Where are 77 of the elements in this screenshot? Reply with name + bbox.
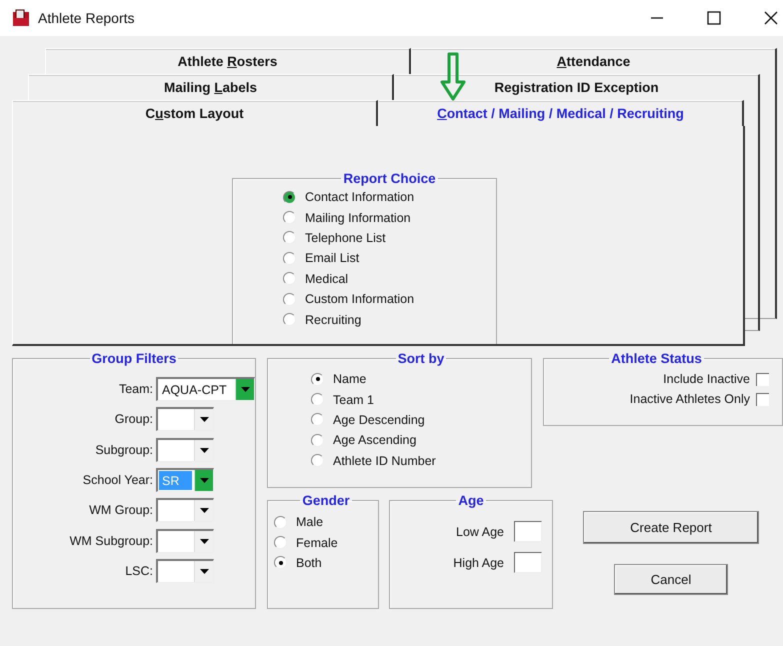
option-label: Age Ascending	[333, 433, 416, 448]
caret-icon[interactable]	[240, 387, 250, 392]
option-label: Telephone List	[305, 230, 386, 245]
option-label: Male	[296, 515, 324, 530]
field-label: High Age	[453, 556, 504, 570]
option-label: Athlete ID Number	[333, 454, 436, 468]
field-label: Team:	[118, 382, 154, 396]
dropdown-field[interactable]: AQUA-CPT	[156, 377, 255, 402]
caret-icon[interactable]	[200, 417, 208, 422]
tab[interactable]: Athlete Rosters	[45, 48, 411, 74]
radio-button[interactable]	[283, 231, 296, 244]
tab[interactable]: Attendance	[411, 48, 777, 74]
tab[interactable]: Mailing Labels	[28, 74, 394, 100]
group-title: Gender	[301, 493, 351, 508]
option-label: Custom Information	[305, 292, 414, 306]
option-label: Age Descending	[333, 412, 425, 427]
tab[interactable]: Registration ID Exception	[394, 74, 760, 100]
caret-icon[interactable]	[200, 508, 208, 514]
field-label: WM Group:	[88, 503, 154, 518]
radio-button[interactable]	[311, 393, 324, 406]
tab[interactable]: Custom Layout	[12, 100, 378, 126]
tab[interactable]: Contact / Mailing / Medical / Recruiting	[378, 100, 744, 126]
option-label: Both	[296, 556, 322, 570]
caret-icon[interactable]	[200, 538, 208, 544]
window-title: Athlete Reports	[38, 10, 134, 26]
field-label: Low Age	[456, 524, 504, 538]
radio-button[interactable]	[283, 211, 296, 224]
radio-button[interactable]	[274, 556, 287, 570]
checkbox[interactable]	[756, 392, 769, 406]
cancel-button[interactable]: Cancel	[614, 564, 728, 595]
option-label: Name	[333, 372, 366, 386]
dropdown-field[interactable]	[156, 528, 214, 553]
group-title: Sort by	[396, 351, 446, 366]
checkbox-label: Include Inactive	[663, 372, 750, 386]
dropdown-field[interactable]	[156, 407, 214, 432]
caret-icon[interactable]	[200, 448, 208, 453]
radio-button[interactable]	[311, 372, 324, 386]
radio-button[interactable]	[311, 454, 324, 468]
group-title: Athlete Status	[610, 351, 703, 366]
field-label: Group:	[114, 412, 154, 426]
caret-icon[interactable]	[200, 478, 208, 484]
checkbox-label: Inactive Athletes Only	[630, 392, 750, 406]
option-label: Recruiting	[305, 312, 362, 327]
maximize-icon[interactable]	[707, 11, 721, 25]
option-label: Email List	[305, 251, 360, 266]
radio-button[interactable]	[274, 536, 287, 550]
group-title: Age	[457, 493, 485, 508]
radio-button[interactable]	[311, 413, 324, 426]
field-label: LSC:	[124, 564, 154, 578]
radio-button[interactable]	[283, 292, 296, 306]
input-field[interactable]	[514, 521, 542, 542]
field-label: WM Subgroup:	[68, 534, 154, 548]
dropdown-field[interactable]	[156, 438, 214, 462]
option-label: Medical	[305, 272, 348, 286]
group-title: Group Filters	[90, 351, 178, 366]
caret-icon[interactable]	[200, 568, 208, 574]
create-report-button[interactable]: Create Report	[583, 511, 759, 544]
input-field[interactable]	[514, 552, 542, 573]
field-label: Subgroup:	[94, 442, 154, 457]
option-label: Female	[296, 536, 338, 550]
group-title: Report Choice	[342, 171, 437, 186]
radio-button[interactable]	[283, 190, 296, 204]
close-icon[interactable]	[764, 11, 778, 25]
dropdown-field[interactable]	[156, 498, 214, 522]
option-label: Contact Information	[305, 190, 414, 204]
option-label: Mailing Information	[305, 210, 411, 225]
radio-button[interactable]	[283, 252, 296, 265]
radio-button[interactable]	[311, 434, 324, 447]
dropdown-field[interactable]	[156, 558, 214, 583]
book-icon	[12, 9, 30, 27]
radio-button[interactable]	[283, 272, 296, 286]
down-arrow-icon	[440, 52, 466, 102]
radio-button[interactable]	[274, 516, 287, 529]
checkbox[interactable]	[756, 372, 769, 386]
option-label: Team 1	[333, 392, 374, 407]
radio-button[interactable]	[283, 313, 296, 326]
field-label: School Year:	[82, 473, 154, 488]
